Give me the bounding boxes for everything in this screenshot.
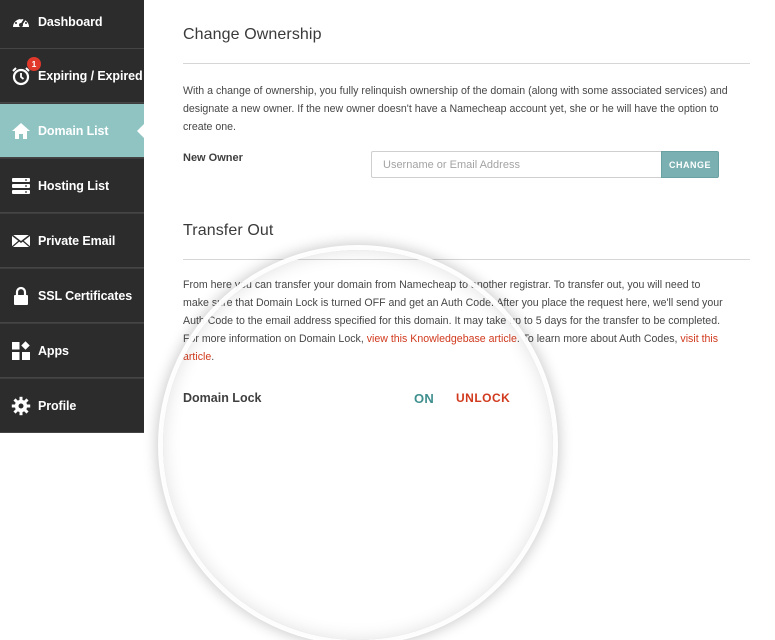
sidebar-item-label: Apps [38,343,69,358]
sidebar-item-label: Profile [38,398,77,413]
main-content: Change Ownership With a change of owners… [144,0,775,429]
home-icon [10,120,32,142]
sidebar-item-label: Expiring / Expired [38,68,143,83]
transfer-out-title: Transfer Out [183,222,274,239]
section-divider [183,259,750,260]
domain-lock-status: ON [414,391,435,406]
sidebar-item-dashboard[interactable]: Dashboard [0,0,144,49]
dashboard-gauge-icon [10,11,32,33]
knowledgebase-link[interactable]: view this Knowledgebase article [367,333,517,345]
transfer-out-text-end: . [211,351,215,363]
sidebar-item-label: Hosting List [38,178,110,193]
sidebar-item-label: Private Email [38,233,116,248]
sidebar-item-expiring[interactable]: 1 Expiring / Expired [0,49,144,103]
sidebar-item-apps[interactable]: Apps [0,324,144,378]
transfer-out-description: From here you can transfer your domain f… [183,276,728,366]
sidebar-item-ssl-certificates[interactable]: SSL Certificates [0,269,144,323]
server-icon [10,175,32,197]
gear-icon [10,395,32,417]
sidebar: Dashboard 1 Expiring / Expired Domain Li… [0,0,145,433]
change-owner-button[interactable]: CHANGE [661,151,719,178]
sidebar-item-label: SSL Certificates [38,288,133,303]
new-owner-input[interactable] [371,151,661,178]
change-ownership-title: Change Ownership [183,26,322,43]
sidebar-item-hosting-list[interactable]: Hosting List [0,159,144,213]
domain-lock-label: Domain Lock [183,391,262,405]
sidebar-item-domain-list[interactable]: Domain List [0,104,145,158]
sidebar-item-profile[interactable]: Profile [0,379,144,433]
sidebar-item-label: Domain List [38,123,109,138]
envelope-icon [10,230,32,252]
apps-grid-icon [10,340,32,362]
sidebar-item-private-email[interactable]: Private Email [0,214,144,268]
unlock-button[interactable]: UNLOCK [456,391,510,405]
change-ownership-description: With a change of ownership, you fully re… [183,85,728,133]
new-owner-label: New Owner [183,152,243,164]
padlock-icon [10,285,32,307]
section-divider [183,63,750,64]
sidebar-item-label: Dashboard [38,14,103,29]
transfer-out-text-mid: . To learn more about Auth Codes, [516,333,681,345]
